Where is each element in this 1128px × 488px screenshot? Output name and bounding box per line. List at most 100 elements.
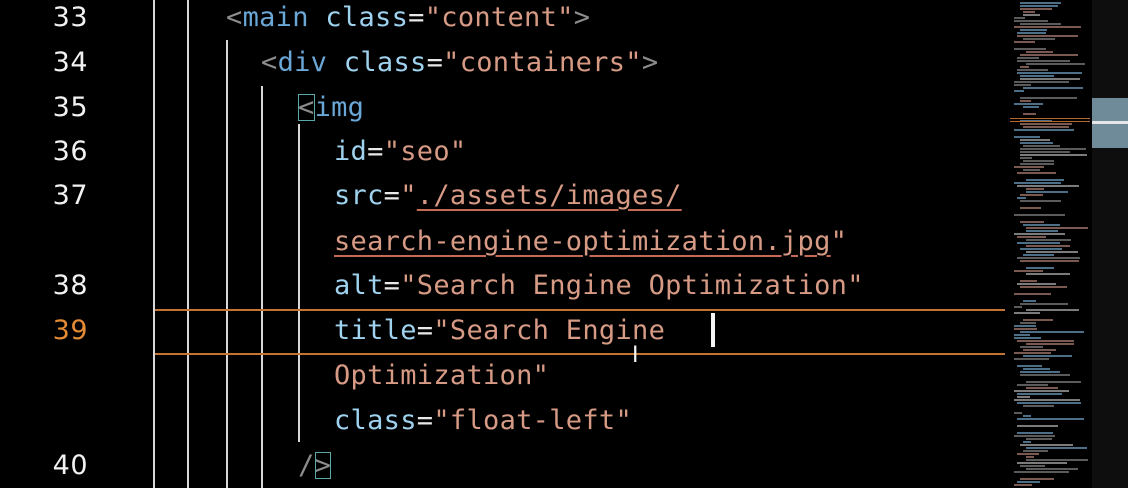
equals-sign: =: [383, 270, 401, 301]
attribute-name: class: [325, 2, 409, 33]
minimap-line: [1026, 267, 1054, 269]
minimap-line: [1023, 113, 1036, 115]
code-line-40[interactable]: />: [298, 450, 332, 481]
minimap-line: [1020, 444, 1073, 446]
minimap-line: [1014, 90, 1024, 92]
code-line-36[interactable]: id="seo": [334, 138, 466, 165]
minimap-line: [1020, 478, 1054, 480]
minimap-line: [1023, 368, 1050, 370]
minimap-line: [1020, 280, 1037, 282]
minimap-line: [1017, 185, 1079, 187]
vertical-scrollbar[interactable]: [1092, 0, 1128, 488]
minimap-line: [1014, 293, 1051, 295]
tag-name: div: [277, 47, 328, 78]
indent-guide: [187, 0, 189, 488]
minimap-line: [1023, 224, 1060, 226]
minimap-line: [1020, 139, 1050, 141]
equals-sign: =: [408, 2, 425, 33]
minimap-line: [1017, 462, 1067, 464]
minimap-line: [1017, 425, 1058, 427]
minimap-line: [1014, 328, 1037, 330]
minimap-line: [1026, 227, 1088, 229]
string-quote: ": [830, 226, 848, 257]
minimap-line: [1020, 163, 1054, 165]
minimap-line: [1017, 257, 1080, 259]
minimap-line: [1017, 393, 1062, 395]
attribute-name: class: [343, 47, 427, 78]
minimap-line: [1020, 200, 1061, 202]
minimap-line: [1017, 481, 1040, 483]
self-close-slash: /: [298, 450, 315, 481]
minimap-line: [1014, 484, 1032, 486]
line-number: 35: [52, 92, 88, 123]
code-editor[interactable]: 33 34 35 36 37 38 39 40 <main class="con…: [0, 0, 1128, 488]
equals-sign: =: [383, 180, 401, 211]
minimap-line: [1014, 84, 1031, 86]
indent-guide: [261, 86, 263, 488]
equals-sign: =: [426, 47, 444, 78]
minimap-line: [1026, 251, 1078, 253]
minimap-line: [1023, 441, 1031, 443]
attribute-value: "Search Engine Optimization": [400, 270, 864, 301]
text-cursor: [711, 313, 715, 347]
code-line-39[interactable]: title="Search Engine: [334, 317, 682, 344]
minimap-line: [1014, 129, 1074, 131]
minimap-line: [1026, 447, 1087, 449]
minimap-active-line-marker: [1010, 121, 1090, 122]
minimap-line: [1017, 283, 1056, 285]
minimap-line: [1014, 390, 1069, 392]
code-line-38[interactable]: alt="Search Engine Optimization": [334, 272, 864, 299]
minimap-line: [1017, 72, 1082, 74]
minimap-line: [1023, 415, 1031, 417]
minimap-line: [1020, 148, 1086, 150]
code-line-37-wrap[interactable]: search-engine-optimization.jpg": [334, 228, 847, 255]
minimap-line: [1026, 273, 1070, 275]
code-line-37[interactable]: src="./assets/images/: [334, 182, 682, 209]
minimap-line: [1020, 2, 1061, 4]
minimap-line: [1026, 343, 1074, 345]
minimap-line: [1026, 179, 1064, 181]
minimap-line: [1020, 123, 1072, 125]
scrollbar-position-marker: [1092, 121, 1128, 124]
attribute-name: alt: [334, 270, 384, 301]
attribute-value: "seo": [383, 136, 467, 167]
minimap-line: [1023, 450, 1048, 452]
equals-sign: =: [416, 315, 434, 346]
equals-sign: =: [416, 405, 434, 436]
tag-name: main: [242, 2, 309, 33]
code-minimap[interactable]: [1010, 0, 1090, 488]
minimap-line: [1014, 312, 1040, 314]
minimap-line: [1014, 358, 1049, 360]
code-line-39-class[interactable]: class="float-left": [334, 407, 632, 434]
minimap-line: [1020, 66, 1029, 68]
minimap-line: [1026, 245, 1070, 247]
code-line-39-wrap[interactable]: Optimization": [334, 362, 549, 389]
minimap-line: [1014, 325, 1036, 327]
mouse-ibeam-icon: I: [632, 343, 639, 368]
minimap-line: [1020, 248, 1062, 250]
minimap-line: [1017, 242, 1060, 244]
minimap-line: [1017, 453, 1039, 455]
minimap-line: [1017, 197, 1026, 199]
code-line-34[interactable]: <div class="containers">: [261, 49, 658, 76]
minimap-line: [1014, 26, 1081, 28]
minimap-line: [1014, 306, 1022, 308]
file-path-link[interactable]: ./assets/images/: [417, 180, 682, 211]
minimap-line: [1020, 194, 1043, 196]
minimap-line: [1023, 145, 1060, 147]
tag-name: img: [314, 92, 365, 123]
minimap-line: [1020, 157, 1032, 159]
minimap-line: [1017, 57, 1039, 59]
line-number: 37: [52, 180, 88, 211]
code-line-35[interactable]: <img: [298, 94, 364, 121]
minimap-line: [1014, 20, 1048, 22]
minimap-line: [1026, 230, 1058, 232]
attribute-value: "Search Engine: [433, 315, 682, 346]
minimap-line: [1023, 11, 1035, 13]
minimap-line: [1026, 188, 1044, 190]
minimap-line: [1020, 465, 1045, 467]
code-line-33[interactable]: <main class="content">: [226, 4, 590, 31]
file-path-link[interactable]: search-engine-optimization.jpg: [334, 226, 831, 257]
tag-open-bracket: <: [261, 47, 278, 78]
minimap-line: [1014, 81, 1069, 83]
